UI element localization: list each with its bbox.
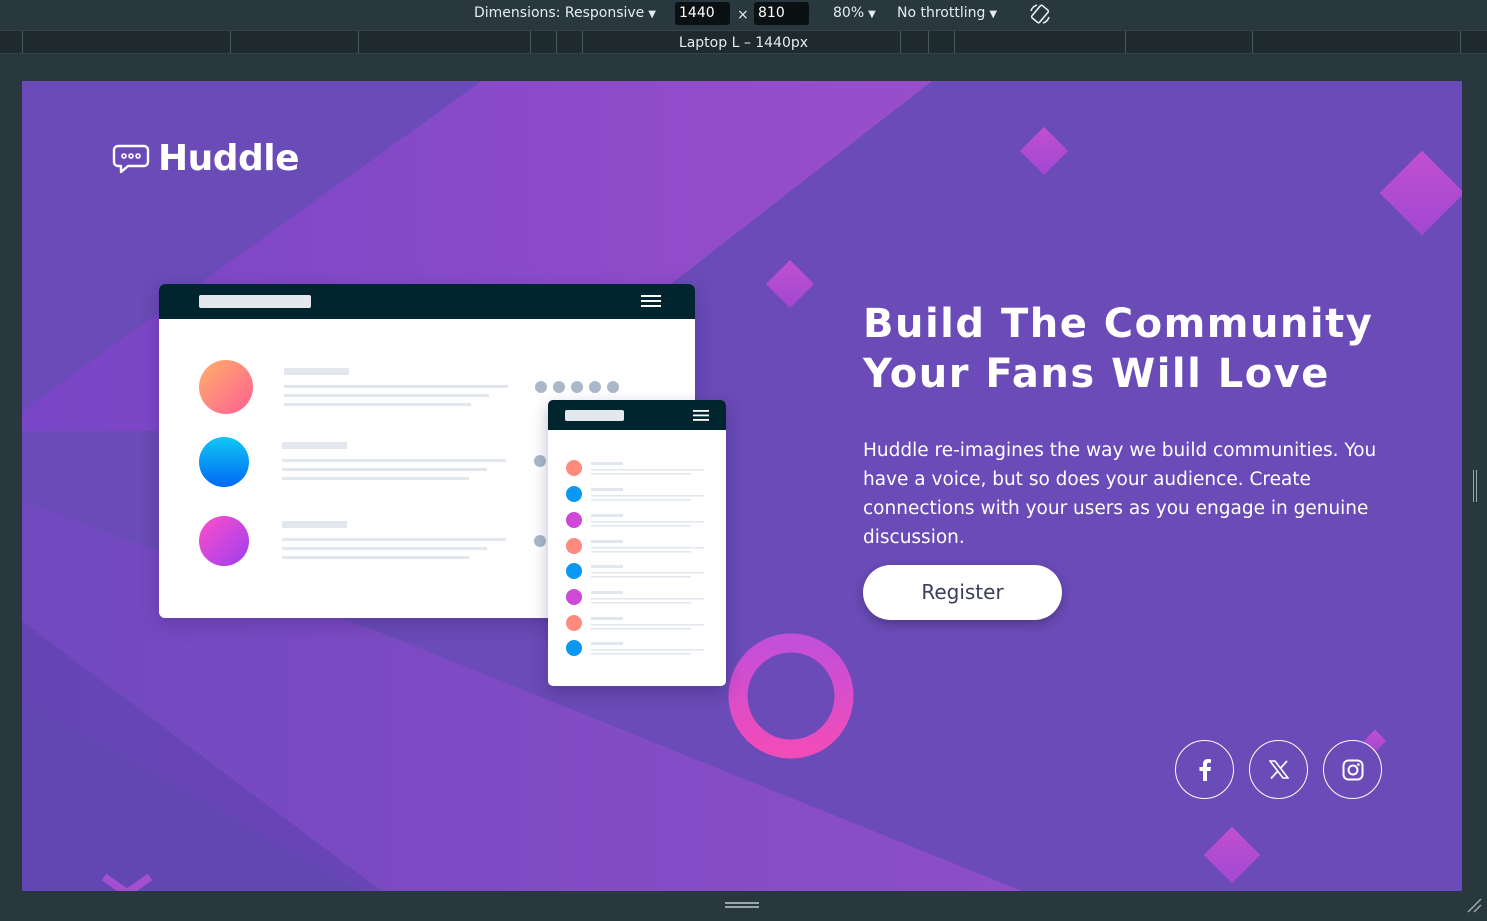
rotate-icon[interactable] — [1028, 2, 1052, 26]
brand-name: Huddle — [158, 138, 300, 179]
viewport-resize-handle-bottom[interactable] — [725, 902, 759, 904]
x-icon — [1268, 760, 1289, 779]
times-sign: × — [737, 7, 749, 23]
mockup-header-bar — [159, 284, 695, 319]
hero-headline: Build The Community Your Fans Will Love — [863, 299, 1383, 399]
throttling-label: No throttling — [897, 5, 986, 21]
facebook-link[interactable] — [1175, 740, 1234, 799]
instagram-icon — [1342, 759, 1363, 780]
menu-icon — [641, 295, 661, 307]
brand-logo[interactable]: Huddle — [112, 138, 300, 179]
headline-line-1: Build The Community — [863, 301, 1374, 347]
mockup-header-bar — [548, 400, 726, 430]
instagram-link[interactable] — [1323, 740, 1382, 799]
headline-line-2: Your Fans Will Love — [863, 351, 1330, 397]
media-query-ruler[interactable]: Laptop L – 1440px — [0, 30, 1487, 54]
chevron-down-icon: ▼ — [648, 9, 656, 20]
facebook-icon — [1199, 758, 1211, 781]
height-input[interactable]: 810 — [754, 2, 809, 25]
decorative-ring — [728, 633, 854, 759]
chevron-down-icon: ▼ — [989, 9, 998, 20]
menu-icon — [693, 410, 709, 421]
mockup-content — [566, 460, 704, 656]
mobile-mockup-illustration — [548, 400, 726, 686]
throttling-dropdown[interactable]: No throttling ▼ — [897, 5, 997, 21]
dimensions-label: Dimensions: Responsive — [474, 5, 645, 21]
chevron-down-icon: ▼ — [868, 9, 876, 20]
hero-description: Huddle re-imagines the way we build comm… — [863, 440, 1377, 548]
x-link[interactable] — [1249, 740, 1308, 799]
corner-resize-icon[interactable] — [1466, 897, 1482, 913]
bottom-resize-bar — [0, 891, 1487, 921]
dimensions-dropdown[interactable]: Dimensions: Responsive ▼ — [474, 5, 656, 21]
zoom-label: 80% — [833, 5, 865, 21]
page-viewport: Huddle Build The Community Your Fans Wil… — [22, 81, 1462, 891]
zoom-dropdown[interactable]: 80% ▼ — [833, 5, 876, 21]
register-button[interactable]: Register — [863, 565, 1062, 620]
chat-bubble-icon — [112, 144, 150, 173]
viewport-resize-handle-right[interactable] — [1473, 470, 1477, 502]
device-toolbar: Dimensions: Responsive ▼ 1440 × 810 80% ▼ … — [0, 0, 1487, 28]
device-label: Laptop L – 1440px — [678, 35, 809, 51]
width-input[interactable]: 1440 — [675, 2, 730, 25]
